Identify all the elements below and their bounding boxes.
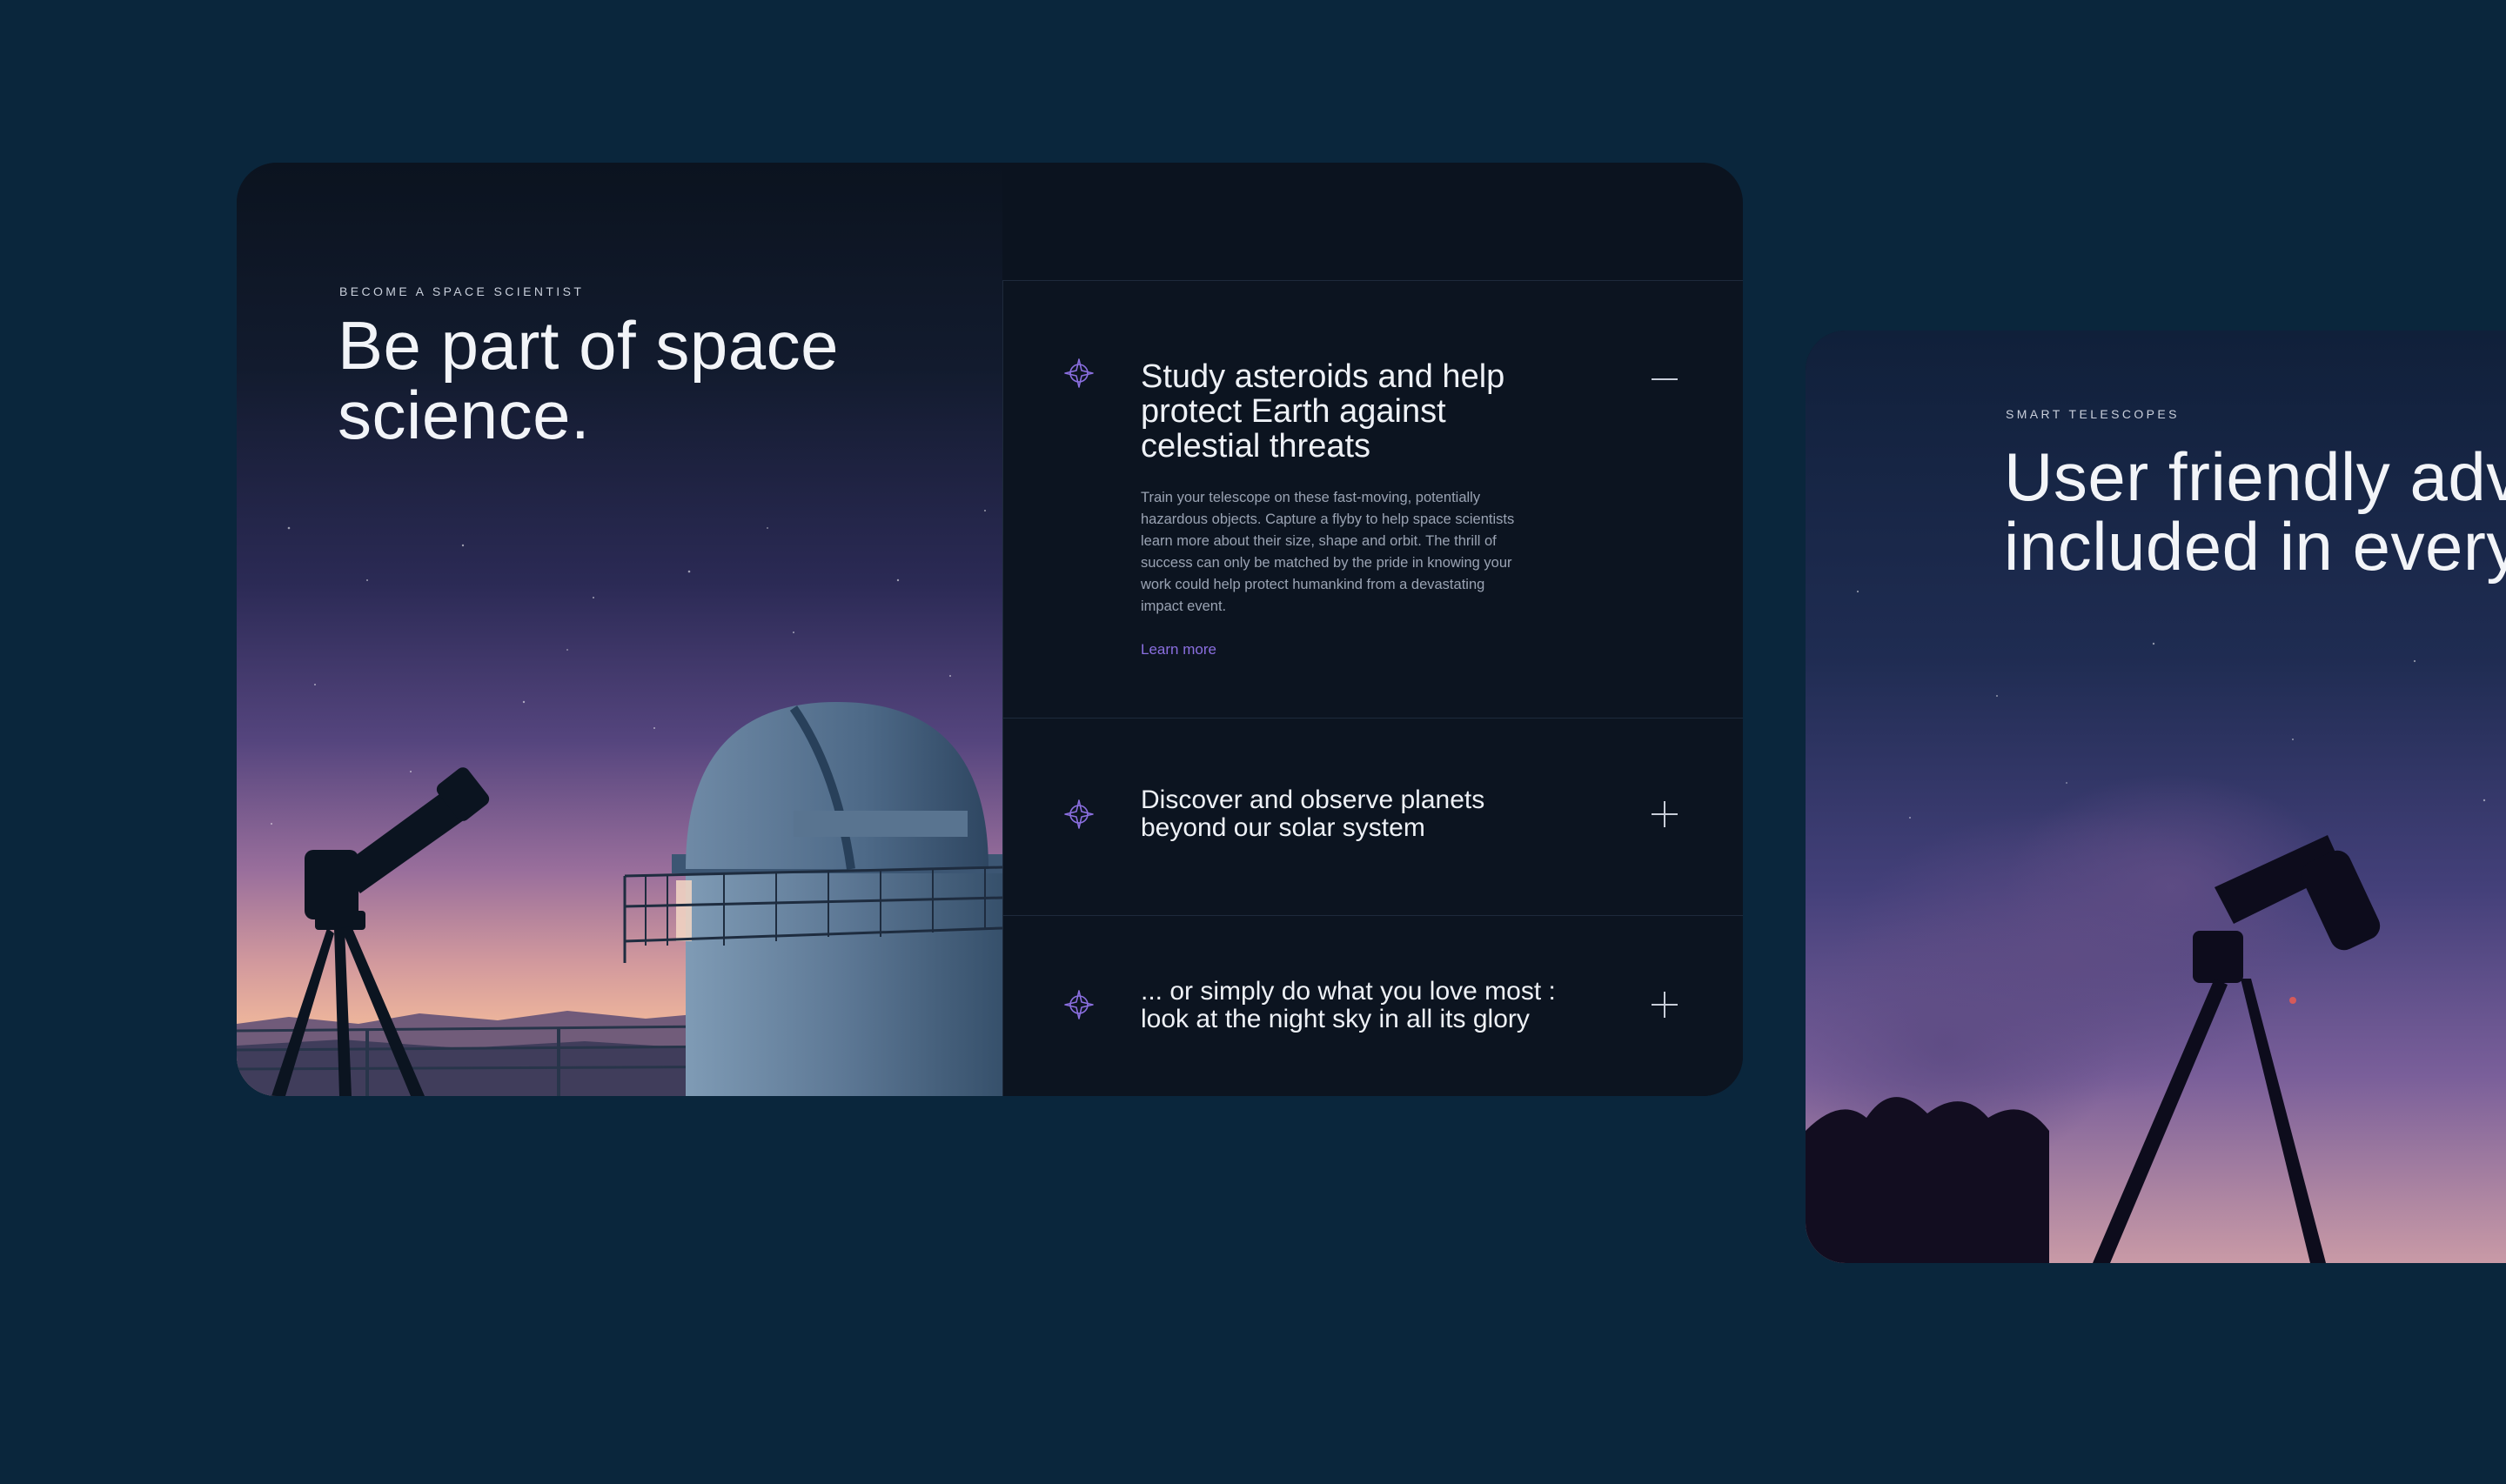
section-headline: User friendly adv included in every	[2004, 442, 2506, 581]
feature-card: BECOME A SPACE SCIENTIST Be part of spac…	[237, 163, 1743, 1096]
learn-more-link[interactable]: Learn more	[1141, 641, 1216, 658]
headline-line: User friendly adv	[2004, 438, 2506, 515]
headline-line: science.	[338, 377, 591, 453]
title-line: ... or simply do what you love most :	[1141, 977, 1556, 1006]
star-compass-icon	[1064, 799, 1094, 829]
accordion-title: ... or simply do what you love most : lo…	[1141, 978, 1628, 1033]
section-headline: Be part of space science.	[338, 311, 839, 450]
section-eyebrow: BECOME A SPACE SCIENTIST	[339, 284, 585, 298]
smart-telescopes-card: SMART TELESCOPES User friendly adv inclu…	[1806, 331, 2506, 1263]
title-line: protect Earth against	[1141, 393, 1446, 430]
star-compass-icon	[1064, 358, 1094, 388]
plus-icon[interactable]	[1650, 990, 1679, 1019]
accordion-item-asteroids[interactable]: Study asteroids and help protect Earth a…	[1003, 281, 1743, 719]
title-line: Discover and observe planets	[1141, 785, 1485, 814]
observatory-photo	[237, 163, 1002, 1096]
accordion-body: Train your telescope on these fast-movin…	[1141, 487, 1576, 618]
body-line: Train your telescope on these fast-movin…	[1141, 490, 1481, 505]
minus-icon[interactable]	[1650, 364, 1679, 394]
headline-line: Be part of space	[338, 307, 840, 384]
feature-accordion: Study asteroids and help protect Earth a…	[1002, 280, 1743, 1096]
body-line: hazardous objects. Capture a flyby to he…	[1141, 511, 1515, 527]
title-line: celestial threats	[1141, 428, 1371, 465]
body-line: success can only be matched by the pride…	[1141, 555, 1512, 571]
body-line: impact event.	[1141, 598, 1227, 614]
body-line: work could help protect humankind from a…	[1141, 577, 1485, 592]
plus-icon[interactable]	[1650, 799, 1679, 829]
title-line: look at the night sky in all its glory	[1141, 1005, 1530, 1033]
accordion-item-planets[interactable]: Discover and observe planets beyond our …	[1003, 719, 1743, 916]
body-line: learn more about their size, shape and o…	[1141, 533, 1497, 549]
headline-line: included in every	[2004, 508, 2506, 585]
accordion-title: Discover and observe planets beyond our …	[1141, 786, 1628, 842]
star-compass-icon	[1064, 990, 1094, 1019]
section-eyebrow: SMART TELESCOPES	[2006, 407, 2180, 421]
accordion-item-night-sky[interactable]: ... or simply do what you love most : lo…	[1003, 916, 1743, 1096]
title-line: Study asteroids and help	[1141, 358, 1505, 395]
title-line: beyond our solar system	[1141, 813, 1425, 842]
accordion-title: Study asteroids and help protect Earth a…	[1141, 359, 1628, 464]
